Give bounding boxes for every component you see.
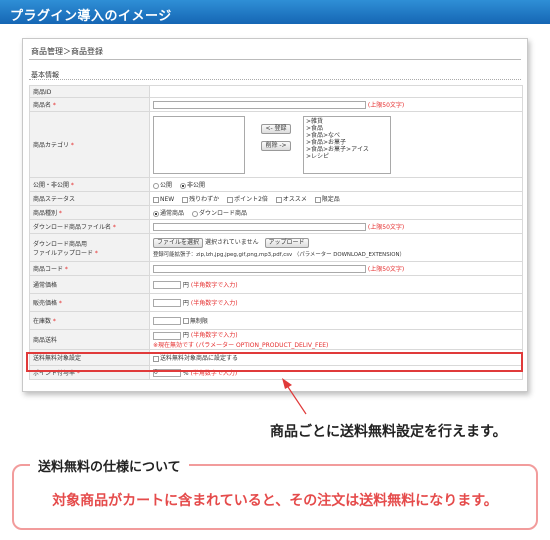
caption: 商品ごとに送料無料設定を行えます。 [270,424,507,440]
spec-body: 対象商品がカートに含まれていると、その注文は送料無料になります。 [52,493,498,509]
spec-title: 送料無料の仕様について [30,456,189,475]
